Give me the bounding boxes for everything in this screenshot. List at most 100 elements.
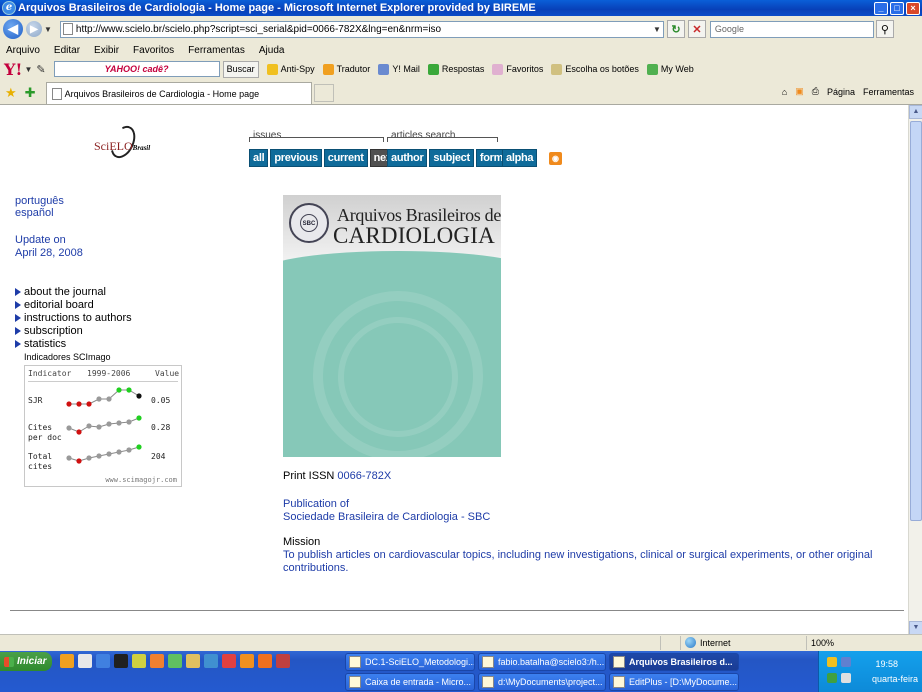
menu-ajuda[interactable]: Ajuda: [259, 45, 285, 56]
zone-label: Internet: [700, 637, 731, 648]
forward-button[interactable]: ▶: [26, 21, 42, 37]
add-favorite-icon[interactable]: ✚: [25, 85, 36, 101]
menu-ferramentas[interactable]: Ferramentas: [188, 45, 245, 56]
history-dropdown-icon[interactable]: ▼: [44, 25, 52, 34]
current-button[interactable]: current: [323, 149, 368, 167]
favorites-star-icon[interactable]: ★: [5, 85, 17, 101]
menu-arquivo[interactable]: Arquivo: [6, 45, 40, 56]
ql-network-icon[interactable]: [168, 654, 182, 668]
tools-menu[interactable]: Ferramentas: [863, 87, 914, 97]
yahoo-dropdown-icon[interactable]: ▼: [24, 65, 32, 74]
yahoo-search-button[interactable]: Buscar: [222, 60, 259, 78]
author-button[interactable]: author: [387, 149, 428, 167]
publication-value-text: Sociedade Brasileira de Cardiologia - SB…: [283, 511, 491, 523]
address-url[interactable]: http://www.scielo.br/scielo.php?script=s…: [76, 24, 651, 35]
address-bar[interactable]: http://www.scielo.br/scielo.php?script=s…: [59, 20, 664, 38]
ql-cmd-icon[interactable]: [114, 654, 128, 668]
pencil-icon[interactable]: ✎: [36, 63, 45, 76]
menu-editorial-board[interactable]: editorial board: [15, 298, 132, 311]
menu-link-label: subscription: [24, 324, 83, 337]
task-caixa-entrada[interactable]: Caixa de entrada - Micro...: [345, 673, 475, 691]
tray-icon-4[interactable]: [841, 673, 851, 683]
yahoo-search-input[interactable]: YAHOO! cadê?: [53, 61, 220, 77]
tray-icon-1[interactable]: [827, 657, 837, 667]
new-tab-button[interactable]: [313, 84, 334, 102]
previous-button[interactable]: previous: [270, 149, 322, 167]
yahoo-escolha-botoes[interactable]: Escolha os botões: [551, 63, 639, 75]
buttons-icon: [551, 63, 563, 75]
scroll-thumb[interactable]: [910, 121, 922, 521]
subject-button[interactable]: subject: [429, 149, 474, 167]
back-button[interactable]: ◀: [3, 19, 23, 39]
page-icon: [51, 87, 62, 100]
mail-icon: [378, 63, 390, 75]
ql-explorer-icon[interactable]: [186, 654, 200, 668]
scroll-down-arrow[interactable]: ▼: [909, 621, 922, 634]
ql-acrobat-icon[interactable]: [222, 654, 236, 668]
ql-ftp-icon[interactable]: [150, 654, 164, 668]
ql-ie-icon[interactable]: [96, 654, 110, 668]
scroll-up-arrow[interactable]: ▲: [909, 105, 922, 119]
menu-editar[interactable]: Editar: [54, 45, 80, 56]
close-button[interactable]: ×: [906, 1, 920, 15]
menu-subscription[interactable]: subscription: [15, 324, 132, 337]
yahoo-tradutor[interactable]: Tradutor: [322, 63, 370, 75]
task-label: Arquivos Brasileiros d...: [629, 657, 733, 667]
ql-folder-icon[interactable]: [60, 654, 74, 668]
start-button[interactable]: Iniciar: [0, 652, 52, 671]
alpha-button[interactable]: alpha: [502, 149, 538, 167]
task-editplus[interactable]: EditPlus - [D:\MyDocume...: [609, 673, 739, 691]
stop-button[interactable]: ✕: [687, 20, 706, 38]
lang-portugues[interactable]: português: [15, 195, 64, 207]
menu-statistics[interactable]: statistics: [15, 337, 132, 350]
status-bar: Internet 100%: [0, 634, 922, 650]
page-menu[interactable]: Página: [827, 87, 855, 97]
task-dc-scielo[interactable]: DC.1-SciELO_Metodologi...: [345, 653, 475, 671]
search-icon[interactable]: ⚲: [875, 20, 894, 38]
all-button[interactable]: all: [249, 149, 269, 167]
tray-icon-2[interactable]: [841, 657, 851, 667]
menu-about-journal[interactable]: about the journal: [15, 285, 132, 298]
clock[interactable]: 19:58: [875, 659, 898, 669]
yahoo-favoritos[interactable]: Favoritos: [492, 63, 543, 75]
lang-espanol[interactable]: español: [15, 207, 54, 219]
popup-blocker-icon[interactable]: [660, 635, 680, 650]
feeds-icon[interactable]: ▣: [795, 86, 804, 97]
menu-favoritos[interactable]: Favoritos: [133, 45, 174, 56]
scimago-widget[interactable]: Indicator 1999-2006 Value SJR 0.05 Cites…: [24, 365, 182, 487]
ql-misc-icon[interactable]: [258, 654, 272, 668]
yahoo-logo[interactable]: Y!: [4, 60, 22, 79]
menu-instructions-authors[interactable]: instructions to authors: [15, 311, 132, 324]
zoom-level[interactable]: 100%: [806, 635, 922, 650]
yahoo-respostas[interactable]: Respostas: [427, 63, 484, 75]
ql-tool-icon[interactable]: [132, 654, 146, 668]
ql-misc2-icon[interactable]: [276, 654, 290, 668]
task-terminal[interactable]: fabio.batalha@scielo3:/h...: [478, 653, 606, 671]
ql-media-icon[interactable]: [204, 654, 218, 668]
menu-exibir[interactable]: Exibir: [94, 45, 119, 56]
mission-label-text: Mission: [283, 536, 321, 548]
tab-active[interactable]: Arquivos Brasileiros de Cardiologia - Ho…: [45, 82, 312, 104]
sparkline-point: [96, 396, 102, 402]
print-icon[interactable]: ⎙: [812, 86, 819, 97]
maximize-button[interactable]: □: [890, 1, 904, 15]
home-icon[interactable]: ⌂: [782, 87, 787, 97]
minimize-button[interactable]: _: [874, 1, 888, 15]
yahoo-mail[interactable]: Y! Mail: [378, 63, 420, 75]
address-dropdown-icon[interactable]: ▼: [653, 25, 661, 34]
yahoo-antispy[interactable]: Anti-Spy: [266, 63, 315, 75]
refresh-button[interactable]: ↻: [666, 20, 685, 38]
search-input[interactable]: Google: [709, 20, 874, 38]
tray-icon-3[interactable]: [827, 673, 837, 683]
yahoo-my-web[interactable]: My Web: [646, 63, 694, 75]
ql-app-icon[interactable]: [78, 654, 92, 668]
sparkline-point: [136, 393, 142, 399]
rss-feed-icon[interactable]: ◉: [549, 152, 562, 165]
vertical-scrollbar[interactable]: ▲ ▼: [908, 105, 922, 634]
scielo-logo[interactable]: SciELOBrasil: [94, 121, 164, 163]
search-buttons: author subject form: [387, 149, 509, 167]
menu-link-label: instructions to authors: [24, 311, 132, 324]
task-arquivos-ie[interactable]: Arquivos Brasileiros d...: [609, 653, 739, 671]
ql-firefox-icon[interactable]: [240, 654, 254, 668]
task-mydocuments[interactable]: d:\MyDocuments\project...: [478, 673, 606, 691]
